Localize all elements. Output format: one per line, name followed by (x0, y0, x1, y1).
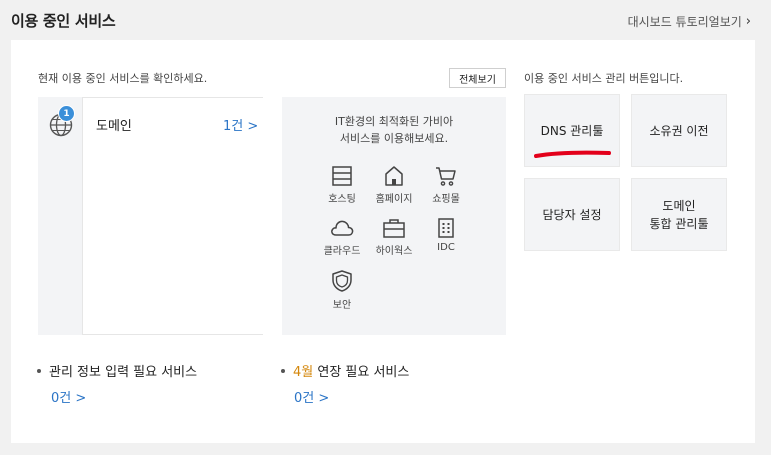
promo-service-idc[interactable]: IDC (416, 217, 476, 253)
promo-service-label: 호스팅 (328, 194, 356, 205)
tutorial-link-label: 대시보드 튜토리얼보기 (627, 15, 742, 29)
domain-integrated-manager-button[interactable]: 도메인 통합 관리툴 (631, 178, 727, 251)
notice-renewal-text: 4월 연장 필요 서비스 (293, 365, 410, 380)
cloud-icon (331, 220, 354, 236)
promo-service-label: 클라우드 (323, 246, 361, 257)
contact-settings-button[interactable]: 담당자 설정 (524, 178, 620, 251)
management-info-count-link[interactable]: 0건 > (51, 387, 86, 406)
promo-service-label: 홈페이지 (375, 194, 413, 205)
hosting-icon (332, 166, 352, 186)
shield-icon (332, 270, 352, 292)
briefcase-icon (383, 219, 405, 238)
bullet-dot (281, 368, 285, 373)
cart-icon (436, 167, 456, 186)
current-services-intro: 현재 이용 중인 서비스를 확인하세요. (38, 72, 208, 85)
promo-service-hosting[interactable]: 호스팅 (312, 165, 372, 205)
service-item-domain: 도메인 (96, 119, 132, 134)
contact-settings-label: 담당자 설정 (542, 207, 602, 222)
promo-service-cloud[interactable]: 클라우드 (312, 217, 372, 257)
ownership-transfer-button[interactable]: 소유권 이전 (631, 94, 727, 167)
promo-service-homepage[interactable]: 홈페이지 (364, 165, 424, 205)
renewal-month: 4월 (293, 365, 314, 380)
promo-service-label: 보안 (332, 300, 352, 311)
home-icon (385, 166, 403, 186)
notice-renewal: 4월 연장 필요 서비스 (281, 361, 409, 380)
promo-line-1: IT환경의 최적화된 가비아 (334, 115, 454, 128)
domain-integrated-manager-label: 도메인 통합 관리툴 (649, 198, 709, 231)
renewal-count-link[interactable]: 0건 > (294, 387, 329, 406)
page-title: 이용 중인 서비스 (11, 12, 116, 30)
promo-text: IT환경의 최적화된 가비아 서비스를 이용해보세요. (282, 113, 506, 147)
domain-count-badge: 1 (58, 105, 75, 122)
red-underline-annotation (534, 150, 611, 158)
tutorial-link[interactable]: 대시보드 튜토리얼보기 › (628, 13, 751, 30)
dns-manager-label: DNS 관리툴 (540, 123, 604, 138)
promo-service-security[interactable]: 보안 (312, 269, 372, 311)
management-intro: 이용 중인 서비스 관리 버튼입니다. (524, 72, 684, 85)
promo-service-label: 쇼핑몰 (432, 194, 460, 205)
promo-service-hiworks[interactable]: 하이웍스 (364, 217, 424, 257)
promo-line-2: 서비스를 이용해보세요. (339, 132, 449, 145)
ownership-transfer-label: 소유권 이전 (649, 123, 709, 138)
promo-service-label: 하이웍스 (375, 246, 413, 257)
notice-management-info: 관리 정보 입력 필요 서비스 (37, 361, 197, 380)
view-all-button[interactable]: 전체보기 (449, 68, 506, 88)
chevron-right-icon: › (745, 14, 751, 29)
notice-management-info-text: 관리 정보 입력 필요 서비스 (49, 365, 198, 380)
domain-count-link[interactable]: 1건 > (223, 115, 258, 134)
promo-service-label: IDC (437, 242, 455, 253)
building-icon (438, 218, 454, 238)
promo-service-shop[interactable]: 쇼핑몰 (416, 165, 476, 205)
bullet-dot (37, 368, 41, 373)
